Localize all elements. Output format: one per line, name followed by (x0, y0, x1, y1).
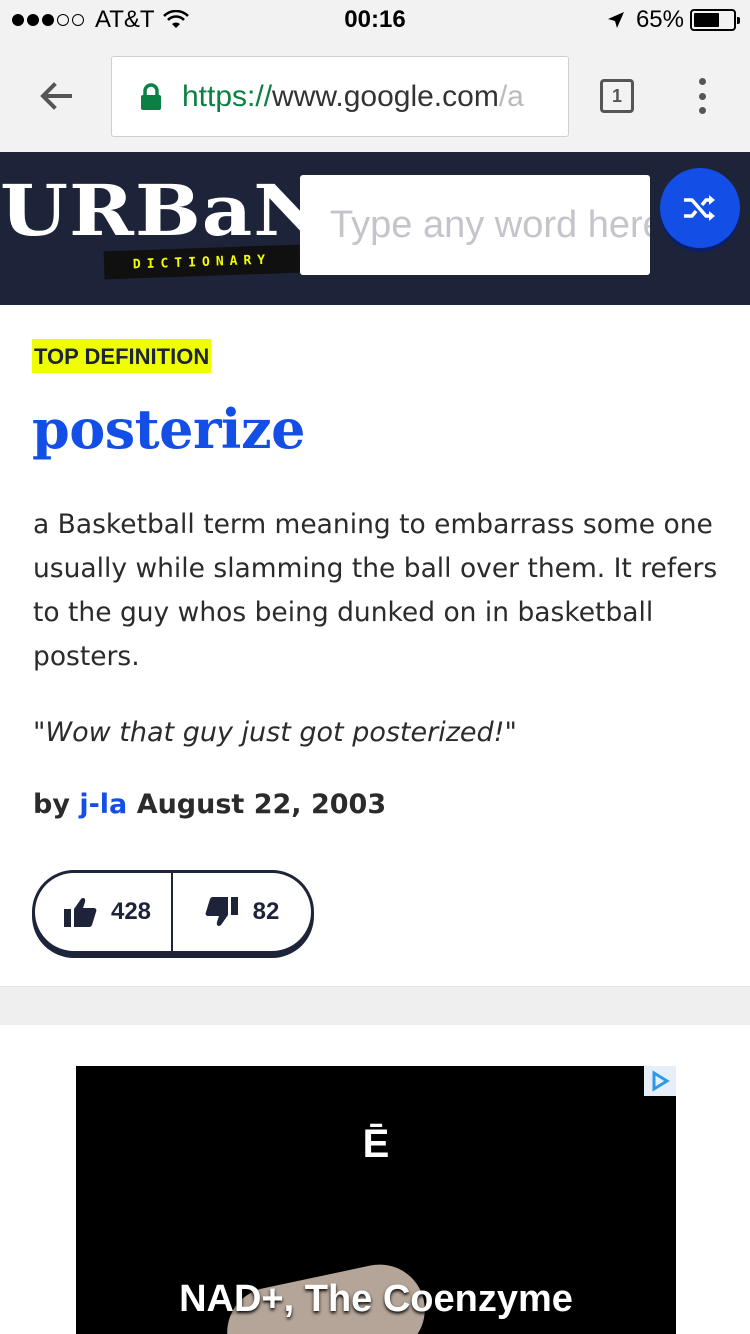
search-input[interactable] (300, 175, 650, 275)
definition-card: TOP DEFINITION posterize a Basketball te… (0, 305, 750, 987)
thumbs-up-icon (63, 898, 97, 927)
logo-tagline: DICTIONARY (103, 244, 301, 280)
by-label: by (33, 789, 70, 820)
upvote-button[interactable]: 428 (35, 873, 173, 951)
back-arrow-icon (40, 82, 72, 110)
battery-icon (690, 9, 740, 31)
shuffle-icon (684, 195, 715, 221)
url-text: https://www.google.com/a (182, 79, 524, 113)
overflow-menu-icon[interactable] (690, 78, 714, 114)
tab-switcher-button[interactable]: 1 (600, 79, 634, 113)
downvote-button[interactable]: 82 (173, 873, 311, 951)
status-bar: AT&T 00:16 65% (0, 0, 750, 40)
definition-example: "Wow that guy just got posterized!" (33, 717, 517, 748)
logo-wordmark: URBaN (0, 170, 326, 252)
battery-level (694, 13, 719, 27)
random-word-button[interactable] (660, 168, 740, 248)
site-logo[interactable]: URBaN DICTIONARY (0, 170, 325, 290)
advertisement[interactable]: Ē NAD+, The Coenzyme (76, 1066, 676, 1334)
section-divider (0, 987, 750, 1025)
adchoices-icon[interactable] (644, 1066, 676, 1096)
battery-percent: 65% (635, 6, 684, 33)
downvote-count: 82 (252, 898, 280, 925)
back-button[interactable] (34, 74, 78, 118)
browser-toolbar: https://www.google.com/a 1 (0, 40, 750, 152)
definition-meaning: a Basketball term meaning to embarrass s… (33, 509, 718, 672)
lock-icon (140, 82, 162, 111)
thumbs-down-icon (205, 897, 238, 926)
defined-word[interactable]: posterize (32, 397, 305, 461)
ad-brand-logo: Ē (362, 1122, 390, 1166)
definition-date: August 22, 2003 (136, 789, 387, 820)
status-right: 65% (606, 6, 740, 34)
upvote-count: 428 (110, 898, 152, 925)
location-arrow-icon (607, 12, 624, 28)
vote-buttons: 428 82 (32, 870, 314, 954)
author-link[interactable]: j-la (79, 789, 127, 820)
address-bar[interactable]: https://www.google.com/a (111, 56, 569, 137)
ad-headline: NAD+, The Coenzyme (179, 1278, 573, 1320)
contributor-line: by j-la August 22, 2003 (33, 789, 386, 820)
top-definition-badge: TOP DEFINITION (32, 339, 212, 373)
site-header: URBaN DICTIONARY (0, 152, 750, 305)
ad-container: Ē NAD+, The Coenzyme (0, 1025, 750, 1334)
